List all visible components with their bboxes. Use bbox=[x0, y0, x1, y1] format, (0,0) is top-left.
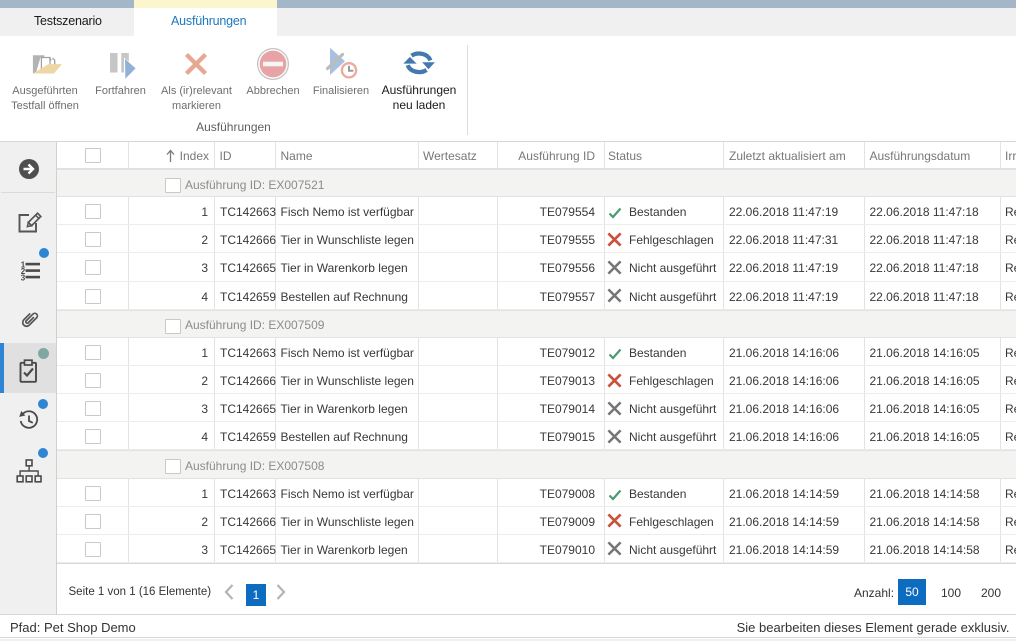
svg-text:3: 3 bbox=[21, 274, 26, 283]
